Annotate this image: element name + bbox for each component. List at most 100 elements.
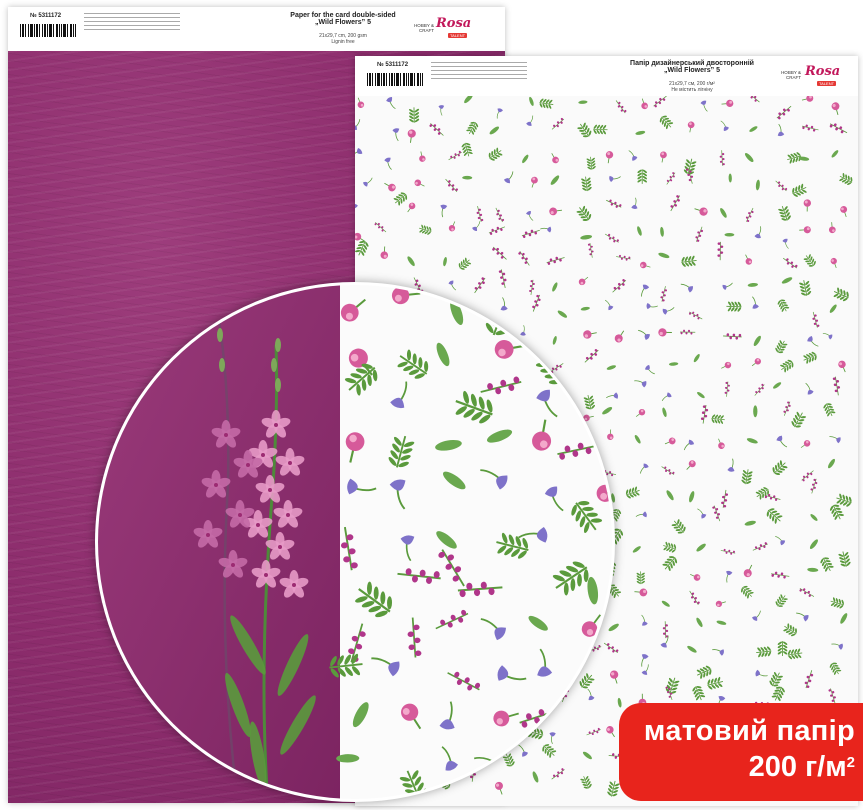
flower-motif: [681, 255, 697, 267]
flower-motif: [803, 254, 816, 267]
title-block: Папір дизайнерський двосторонній „Wild F…: [617, 60, 767, 93]
flower-motif: [777, 641, 788, 656]
flower-motif: [407, 129, 416, 143]
flower-motif: [744, 520, 756, 526]
flower-motif: [781, 277, 793, 284]
matte-paper-badge: матовий папір 200 г/м2: [619, 703, 863, 801]
flower-motif: [448, 221, 456, 232]
flower-motif: [769, 671, 783, 687]
flower-motif: [409, 107, 420, 123]
flower-motif: [803, 199, 812, 212]
flower-motif: [718, 438, 725, 449]
article-number: № 5311172: [30, 13, 62, 19]
flower-motif: [775, 535, 786, 546]
flower-motif: [687, 121, 695, 133]
flower-motif: [802, 124, 819, 132]
flower-motif: [646, 303, 658, 310]
flower-motif: [839, 173, 853, 185]
flower-motif: [539, 98, 554, 109]
flower-motif: [700, 404, 709, 424]
flower-motif: [407, 202, 416, 213]
flower-motif: [775, 594, 788, 607]
flower-motif: [641, 654, 649, 667]
flower-motif: [662, 307, 675, 315]
flower-motif: [752, 296, 759, 309]
flower-motif: [726, 570, 733, 583]
flower-motif: [448, 150, 462, 161]
flower-motif: [798, 156, 810, 161]
flower-motif: [628, 150, 638, 161]
product-title: Папір дизайнерський двосторонній: [630, 60, 754, 67]
flower-motif: [374, 222, 387, 233]
flower-motif: [810, 478, 818, 494]
flower-motif: [809, 539, 818, 550]
badge-weight: 200 г/м: [748, 751, 847, 783]
flower-motif: [801, 96, 814, 102]
flower-motif: [461, 142, 473, 157]
hobby-label: HOBBY & CRAFT: [414, 23, 434, 33]
flower-motif: [783, 401, 791, 416]
flower-motif: [578, 100, 588, 104]
flower-motif: [751, 358, 761, 367]
flower-motif: [634, 588, 648, 597]
flower-motif: [546, 256, 565, 265]
flower-motif: [496, 108, 503, 119]
flower-motif: [754, 383, 765, 396]
barcode-icon: [367, 73, 423, 86]
flower-motif: [640, 261, 651, 269]
fireweed-bud: [275, 378, 281, 392]
flower-motif: [745, 254, 753, 265]
flower-motif: [641, 614, 648, 626]
title-block: Paper for the card double-sided „Wild Fl…: [268, 12, 418, 45]
flower-motif: [796, 612, 809, 622]
fine-print: [431, 62, 527, 82]
flower-motif: [712, 505, 721, 522]
flower-motif: [831, 102, 840, 115]
flower-motif: [464, 96, 473, 104]
flower-motif: [518, 251, 530, 266]
product-spec-2: Lignin free: [331, 39, 355, 45]
flower-motif: [722, 282, 733, 291]
flower-motif: [696, 543, 706, 552]
flower-motif: [540, 226, 552, 233]
flower-motif: [687, 645, 697, 653]
flower-motif: [803, 351, 817, 364]
flower-motif: [587, 243, 594, 258]
flower-motif: [720, 120, 729, 131]
flower-motif: [551, 117, 565, 130]
flower-motif: [799, 588, 815, 597]
flower-motif: [726, 301, 742, 312]
flower-motif: [799, 226, 811, 234]
flower-motif: [355, 119, 361, 131]
flower-motif: [838, 551, 851, 567]
flower-motif: [683, 439, 695, 451]
flower-motif: [755, 487, 769, 500]
flower-motif: [489, 126, 499, 135]
brand-logo-tag: TALENT: [817, 81, 837, 86]
flower-motif: [645, 364, 655, 375]
flower-motif: [746, 438, 758, 444]
flower-motif: [641, 284, 650, 297]
flower-motif: [766, 508, 783, 524]
flower-motif: [723, 333, 742, 340]
flower-motif: [680, 283, 694, 293]
flower-motif: [812, 311, 820, 328]
flower-motif: [782, 257, 798, 269]
brand-logo: Rosa: [805, 64, 841, 79]
flower-motif: [829, 436, 841, 444]
flower-motif: [663, 541, 677, 553]
flower-motif: [752, 542, 768, 551]
flower-motif: [668, 362, 679, 366]
badge-line-1: матовий папір: [643, 715, 855, 747]
sheet-header: № 5311172 Paper for the card double-side…: [8, 7, 505, 52]
product-subtitle: „Wild Flowers” 5: [315, 19, 371, 26]
flower-motif: [756, 646, 772, 658]
zoom-detail-circle: [95, 282, 615, 802]
flower-motif: [724, 232, 735, 237]
flower-motif: [380, 246, 389, 259]
flower-motif: [635, 130, 646, 135]
flower-motif: [640, 463, 649, 474]
flower-motif: [720, 208, 727, 218]
flower-motif: [660, 151, 667, 163]
flower-motif: [829, 222, 836, 234]
